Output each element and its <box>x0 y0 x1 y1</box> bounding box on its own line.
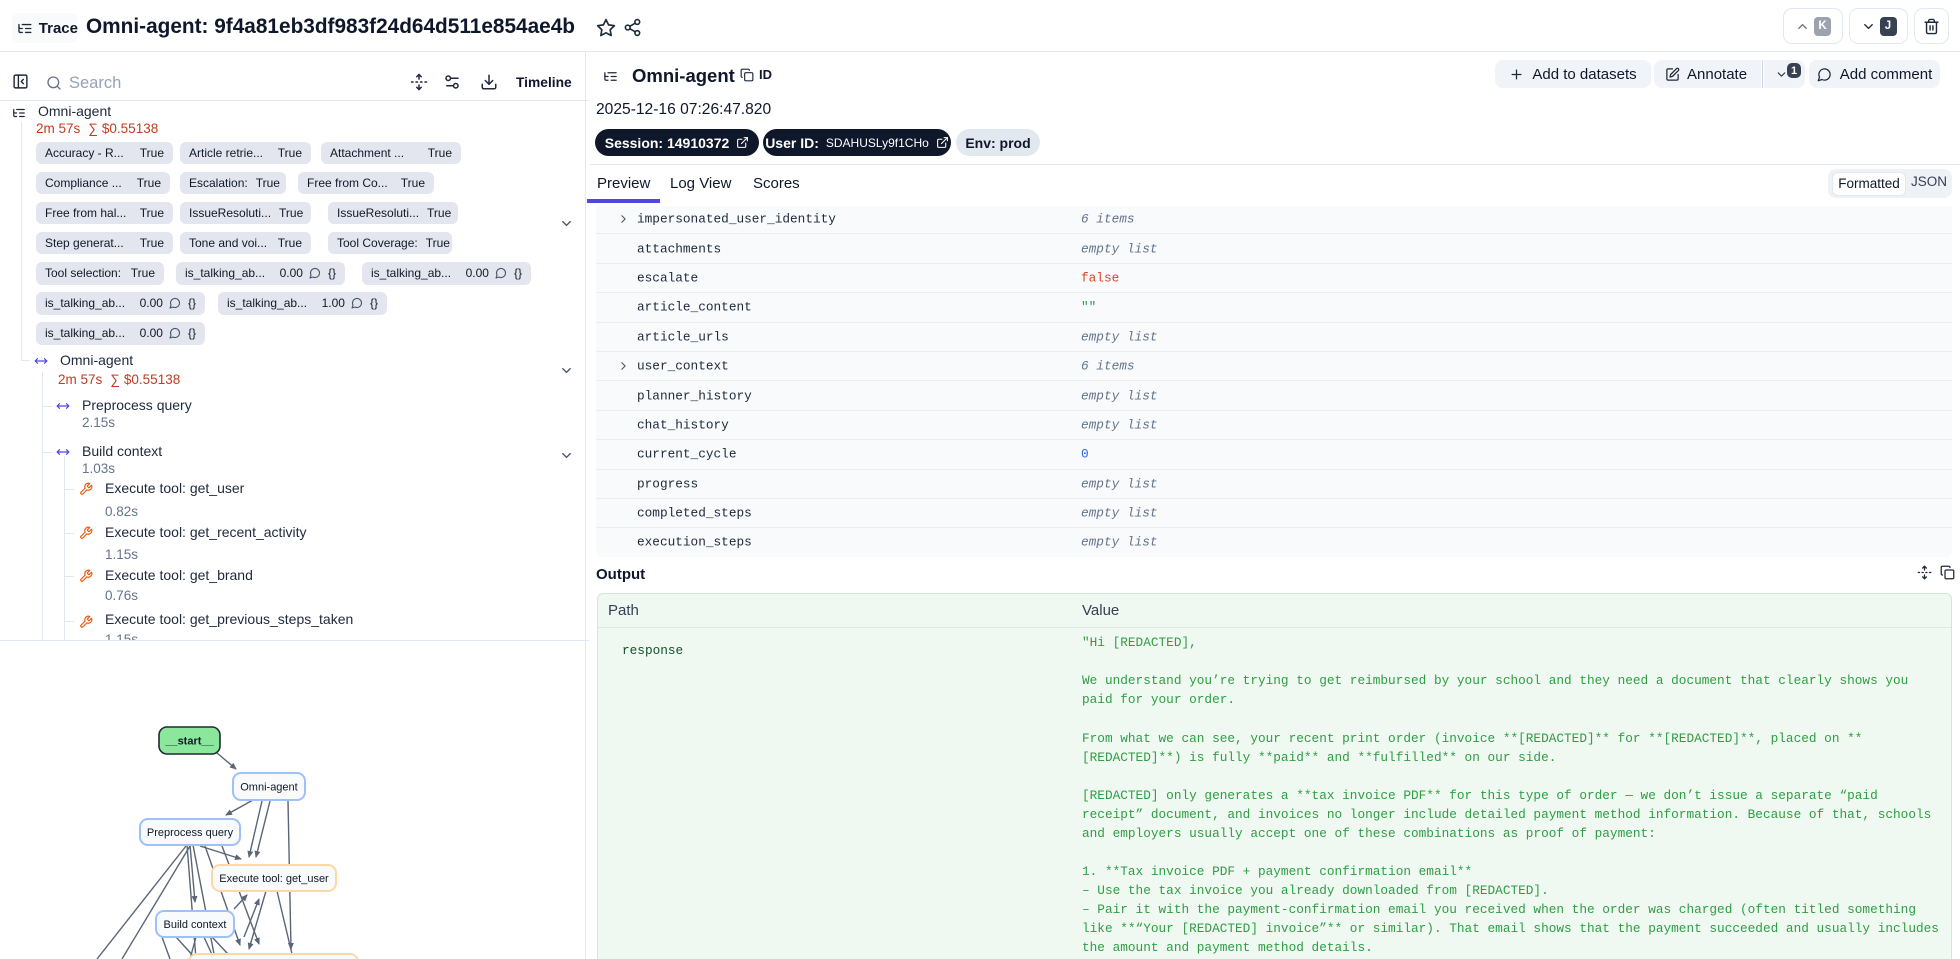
svg-text:__start__: __start__ <box>164 736 214 748</box>
svg-text:Preprocess query: Preprocess query <box>147 827 234 839</box>
svg-text:Build context: Build context <box>164 919 227 931</box>
svg-text:Execute tool: get_user: Execute tool: get_user <box>219 873 329 885</box>
svg-text:Omni-agent: Omni-agent <box>240 782 297 794</box>
